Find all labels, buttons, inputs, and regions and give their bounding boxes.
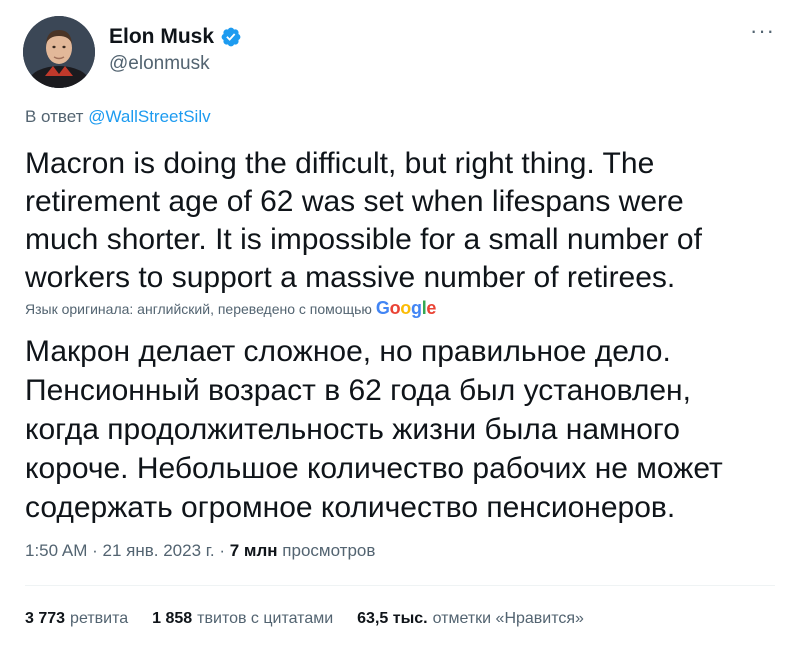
quotes-count: 1 858 <box>152 610 193 627</box>
reply-context: В ответ @WallStreetSilv <box>25 107 211 127</box>
author-name-row: Elon Musk <box>109 25 242 49</box>
divider <box>25 585 775 586</box>
avatar-photo <box>23 16 95 88</box>
meta-separator: · <box>219 541 230 560</box>
tweet-time[interactable]: 1:50 AM <box>25 541 87 560</box>
likes-count: 63,5 тыс. <box>357 610 428 627</box>
tweet-date[interactable]: 21 янв. 2023 г. <box>103 541 215 560</box>
tweet-card: Elon Musk @elonmusk ··· В ответ @WallStr… <box>0 0 800 653</box>
translation-note-text: Язык оригинала: английский, переведено с… <box>25 301 372 317</box>
author-name[interactable]: Elon Musk <box>109 25 214 49</box>
likes-label: отметки «Нравится» <box>432 610 584 627</box>
reply-prefix: В ответ <box>25 107 84 126</box>
verified-badge-icon <box>220 26 242 48</box>
translation-note: Язык оригинала: английский, переведено с… <box>25 298 436 319</box>
reply-mention-link[interactable]: @WallStreetSilv <box>88 107 210 126</box>
quotes-label: твитов с цитатами <box>197 610 334 627</box>
tweet-text: Macron is doing the difficult, but right… <box>25 147 702 294</box>
likes-stat[interactable]: 63,5 тыс. отметки «Нравится» <box>357 610 584 628</box>
meta-separator: · <box>92 541 103 560</box>
views-label: просмотров <box>282 541 376 560</box>
google-logo[interactable]: Google <box>376 298 437 319</box>
views-count: 7 млн <box>229 541 278 560</box>
more-options-icon[interactable]: ··· <box>750 20 775 42</box>
author-handle[interactable]: @elonmusk <box>109 53 210 75</box>
quotes-stat[interactable]: 1 858 твитов с цитатами <box>152 610 333 628</box>
translated-tweet-text: Макрон делает сложное, но правильное дел… <box>25 335 723 524</box>
retweets-label: ретвита <box>70 610 129 627</box>
avatar[interactable] <box>23 16 95 88</box>
tweet-meta: 1:50 AM · 21 янв. 2023 г. · 7 млн просмо… <box>25 541 375 561</box>
retweets-stat[interactable]: 3 773 ретвита <box>25 610 128 628</box>
retweets-count: 3 773 <box>25 610 66 627</box>
engagement-stats: 3 773 ретвита 1 858 твитов с цитатами 63,5… <box>25 610 584 628</box>
